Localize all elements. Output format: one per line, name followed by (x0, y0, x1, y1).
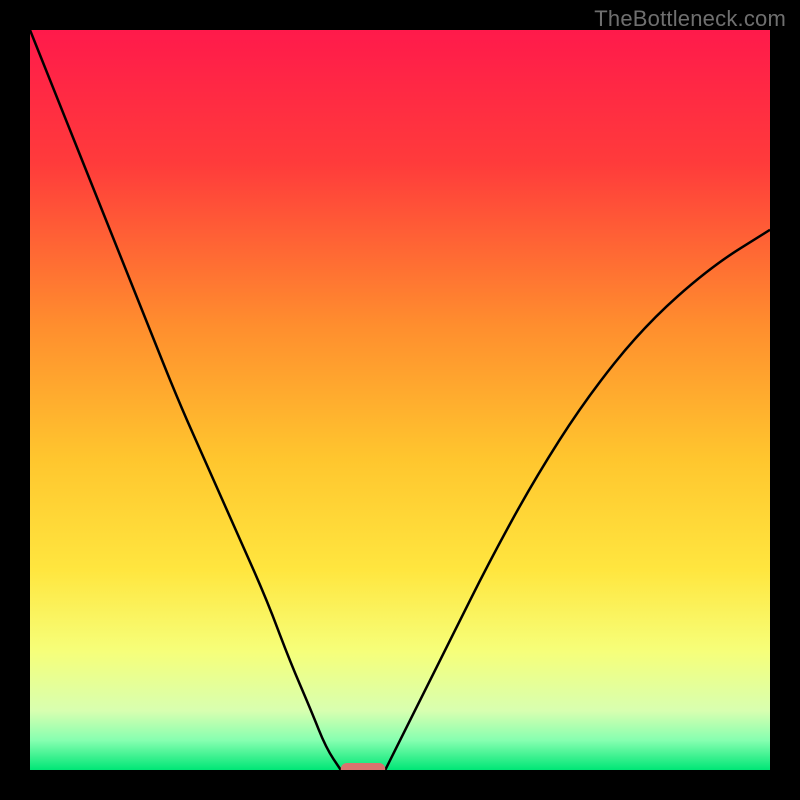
plot-area (30, 30, 770, 770)
gradient-background (30, 30, 770, 770)
bottleneck-curve-chart (30, 30, 770, 770)
chart-frame: TheBottleneck.com (0, 0, 800, 800)
optimal-zone-marker (341, 763, 385, 770)
watermark-text: TheBottleneck.com (594, 6, 786, 32)
